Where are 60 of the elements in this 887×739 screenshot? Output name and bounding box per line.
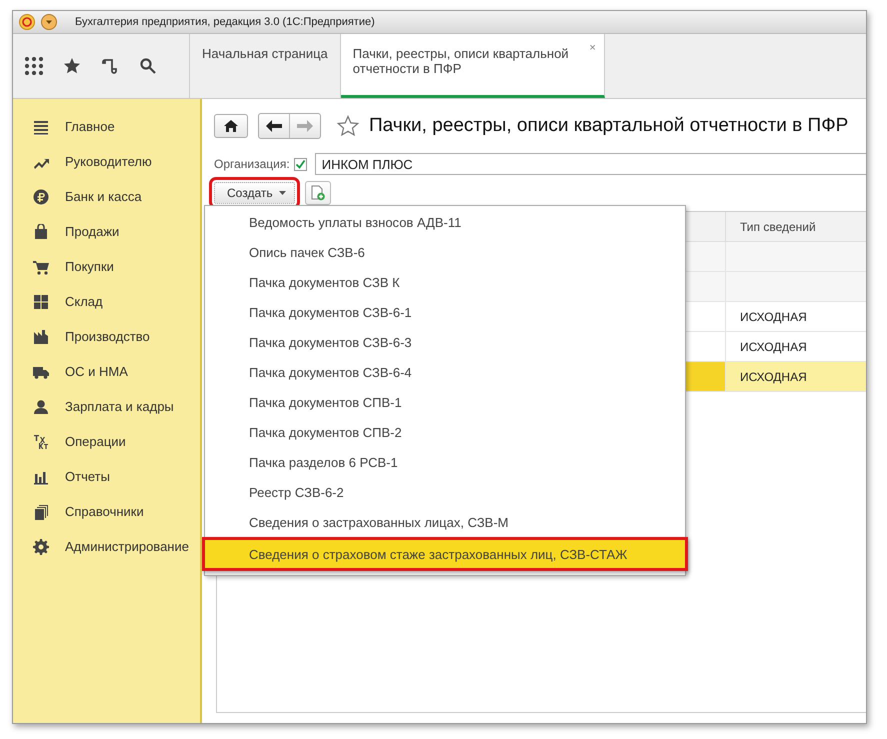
tab[interactable]: Пачки, реестры, описи квартальной отчетности в ПФР × [340,34,605,98]
close-icon[interactable]: × [589,42,596,54]
add-document-icon [310,185,326,201]
back-arrow-icon [266,120,282,132]
menu-item[interactable]: Пачка документов СЗВ К [205,267,685,297]
sidebar-item[interactable]: Покупки [65,259,114,274]
sidebar-item[interactable]: Банк и касса [65,189,142,204]
caret-icon [278,191,286,195]
column-header[interactable]: Тип сведений [725,212,866,241]
sidebar-item[interactable]: Администрирование [65,539,189,554]
menu-item[interactable]: Реестр СЗВ-6-2 [205,477,685,507]
window-title: Бухгалтерия предприятия, редакция 3.0 (1С:Предприятие) [75,16,375,28]
section-icon[interactable] [33,504,49,520]
sidebar-item[interactable]: Руководителю [65,154,152,169]
search-icon[interactable] [139,57,157,75]
section-icon[interactable] [33,188,49,204]
section-icon[interactable] [33,328,49,344]
section-icon[interactable] [33,118,49,134]
sidebar-item[interactable]: Отчеты [65,469,110,484]
apps-grid-icon[interactable] [25,57,43,75]
sidebar-item[interactable]: ОС и НМА [65,364,128,379]
sidebar-item[interactable]: Склад [65,294,103,309]
sidebar-item[interactable]: Продажи [65,224,120,239]
home-button[interactable] [214,114,248,138]
sidebar-item[interactable]: Главное [65,119,115,134]
menu-item[interactable]: Опись пачек СЗВ-6 [205,237,685,267]
menu-item[interactable]: Сведения о застрахованных лицах, СЗВ-М [205,507,685,537]
organization-field[interactable]: ИНКОМ ПЛЮС [314,153,866,175]
menu-item[interactable]: Пачка документов СЗВ-6-3 [205,327,685,357]
favorite-star-icon[interactable] [337,115,359,137]
sidebar-item[interactable]: Производство [65,329,150,344]
star-icon[interactable] [63,57,81,75]
table-cell: ИСХОДНАЯ [725,302,866,331]
section-icon[interactable] [33,224,49,240]
logo-icon[interactable] [19,14,35,30]
forward-arrow-icon [297,120,313,132]
home-icon [224,120,238,132]
add-document-button[interactable] [304,181,331,205]
menu-item[interactable]: Ведомость уплаты взносов АДВ-11 [205,207,685,237]
menu-item[interactable]: Пачка документов СПВ-1 [205,387,685,417]
menu-item[interactable]: Пачка разделов 6 РСВ-1 [205,447,685,477]
table-cell: ИСХОДНАЯ [725,362,866,391]
history-icon[interactable] [101,57,119,75]
section-icon[interactable] [33,434,49,450]
sidebar-item[interactable]: Операции [65,434,126,449]
section-icon[interactable] [33,258,49,274]
table-cell: ИСХОДНАЯ [725,332,866,361]
organization-label: Организация: [214,157,290,171]
menu-item[interactable]: Пачка документов СЗВ-6-1 [205,297,685,327]
section-icon[interactable] [33,538,49,554]
menu-item[interactable]: Пачка документов СЗВ-6-4 [205,357,685,387]
organization-checkbox[interactable] [294,158,307,170]
sidebar-item[interactable]: Зарплата и кадры [65,399,174,414]
dropdown-icon[interactable] [41,14,57,30]
sidebar-item[interactable]: Справочники [65,504,144,519]
section-icon[interactable] [33,294,49,310]
section-icon[interactable] [33,398,49,414]
page-title: Пачки, реестры, описи квартальной отчетности в ПФР [369,115,848,137]
menu-item[interactable]: Пачка документов СПВ-2 [205,417,685,447]
menu-item[interactable]: Сведения о страховом стаже застрахованных лиц, СЗВ-СТАЖ [202,537,688,571]
